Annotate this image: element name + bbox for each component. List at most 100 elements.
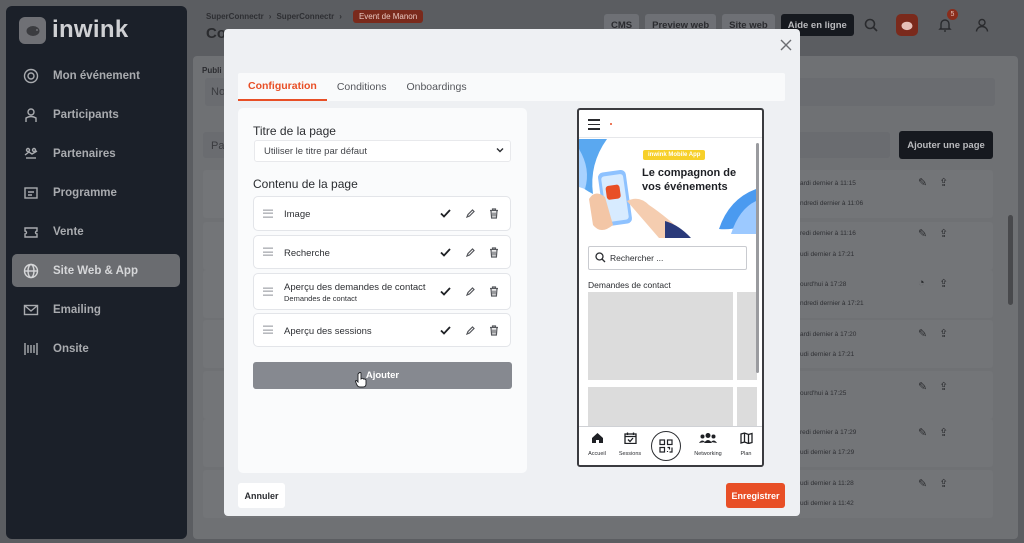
pencil-icon[interactable] [464,324,476,336]
sidebar-item-site-web-app[interactable]: Site Web & App [12,254,180,287]
drag-handle-icon[interactable] [263,324,273,337]
calendar-check-icon [623,432,637,445]
add-page-button[interactable]: Ajouter une page [899,131,993,159]
row-date: udi dernier à 17:29 [800,449,855,456]
row-date: ardi dernier à 17:20 [800,331,857,338]
drag-handle-icon[interactable] [263,246,273,259]
row-date: redi dernier à 11:16 [800,230,856,237]
sidebar-item-label: Site Web & App [53,264,138,277]
tabbar-sessions[interactable]: Sessions [613,431,647,457]
tab-conditions[interactable]: Conditions [327,73,397,101]
share-icon[interactable]: ⇪ [939,426,948,439]
drag-handle-icon[interactable] [263,285,273,298]
block-title: Aperçu des sessions [284,326,372,337]
sidebar-item-label: Emailing [53,303,101,316]
content-block-search[interactable]: Recherche [253,235,511,269]
select-value: Utiliser le titre par défaut [264,145,367,157]
pencil-icon[interactable] [464,286,476,298]
trash-icon[interactable] [488,208,500,220]
row-date: ourd'hui à 17:28 [800,281,847,288]
target-icon [22,67,40,85]
save-button[interactable]: Enregistrer [726,483,785,508]
tab-onboardings[interactable]: Onboardings [396,73,476,101]
check-icon[interactable] [439,286,451,298]
share-icon[interactable]: ⇪ [939,327,948,340]
sidebar-item-participants[interactable]: Participants [12,98,180,131]
mobile-preview: inwink Mobile App Le compagnon de vos év… [577,108,764,467]
logo-text: inwink [52,16,129,43]
sidebar-item-emailing[interactable]: Emailing [12,293,180,326]
content-block-sessions[interactable]: Aperçu des sessions [253,313,511,347]
row-date: udi dernier à 17:21 [800,251,855,258]
row-date: ndredi dernier à 17:21 [800,300,864,307]
qr-code-icon [659,439,673,453]
close-icon[interactable] [778,37,794,53]
tabbar-networking[interactable]: Networking [691,431,725,457]
page-title-select[interactable]: Utiliser le titre par défaut [254,140,511,162]
row-date: redi dernier à 17:29 [800,429,857,436]
trash-icon[interactable] [488,324,500,336]
edit-icon[interactable]: ✎ [918,327,927,340]
logo[interactable]: inwink [19,16,128,44]
background-tab[interactable]: Publi [202,66,222,75]
preview-search-input[interactable]: Rechercher ... [588,246,747,270]
trash-icon[interactable] [488,286,500,298]
pencil-icon[interactable] [464,246,476,258]
row-date: udi dernier à 11:42 [800,500,854,507]
block-title: Aperçu des demandes de contact [284,282,426,293]
edit-icon[interactable]: ✎ [918,477,927,490]
tabbar-accueil[interactable]: Accueil [580,431,614,457]
people-icon [699,433,717,443]
sidebar-item-vente[interactable]: Vente [12,215,180,248]
chevron-down-icon [495,145,505,158]
share-icon[interactable]: ⇪ [939,277,948,290]
add-block-button[interactable]: Ajouter [253,362,512,389]
edit-icon[interactable]: ✎ [918,227,927,240]
content-block-contact-requests[interactable]: Aperçu des demandes de contact Demandes … [253,273,511,310]
share-icon[interactable]: ⇪ [939,227,948,240]
tabbar-label: Accueil [588,451,606,457]
event-badge[interactable]: Event de Manon [352,10,424,23]
qr-scan-button[interactable] [651,431,681,461]
sidebar-item-programme[interactable]: Programme [12,176,180,209]
cancel-button[interactable]: Annuler [238,483,285,508]
drag-handle-icon[interactable] [263,207,273,220]
hand-cursor-icon [355,372,367,393]
schedule-icon [22,184,40,202]
check-icon[interactable] [439,324,451,336]
check-icon[interactable] [439,208,451,220]
share-icon[interactable]: ⇪ [939,477,948,490]
app-piggy-icon[interactable] [896,14,918,36]
edit-icon[interactable]: ✎ [918,380,927,393]
mail-icon [22,301,40,319]
tabbar-label: Networking [694,451,722,457]
background-field-text: No [211,86,226,98]
row-date: ardi dernier à 11:15 [800,180,856,187]
preview-card-placeholder [737,387,757,426]
sidebar-item-onsite[interactable]: Onsite [12,332,180,365]
page-scrollbar[interactable] [1008,215,1013,305]
trash-icon[interactable] [488,246,500,258]
bell-icon[interactable]: 5 [934,9,958,36]
pencil-icon[interactable] [464,208,476,220]
sidebar-item-label: Partenaires [53,147,116,160]
breadcrumb-item[interactable]: SuperConnectr [276,12,334,21]
search-icon[interactable] [860,14,882,36]
share-icon[interactable]: ⇪ [939,176,948,189]
page-content-label: Contenu de la page [253,177,358,191]
sidebar-item-mon-evenement[interactable]: Mon événement [12,59,180,92]
sidebar-item-label: Mon événement [53,69,140,82]
account-icon[interactable] [971,14,993,36]
sidebar-item-label: Onsite [53,342,89,355]
share-icon[interactable]: ⇪ [939,380,948,393]
hamburger-menu-icon [588,119,600,133]
sidebar-item-partenaires[interactable]: Partenaires [12,137,180,170]
tabbar-plan[interactable]: Plan [729,431,762,457]
edit-icon[interactable]: ✎ [918,176,927,189]
tab-configuration[interactable]: Configuration [238,73,327,101]
breadcrumb-item[interactable]: SuperConnectr [206,12,264,21]
check-icon[interactable] [439,246,451,258]
preview-scrollbar[interactable] [756,143,759,373]
edit-icon[interactable]: ✎ [918,426,927,439]
content-block-image[interactable]: Image [253,196,511,231]
